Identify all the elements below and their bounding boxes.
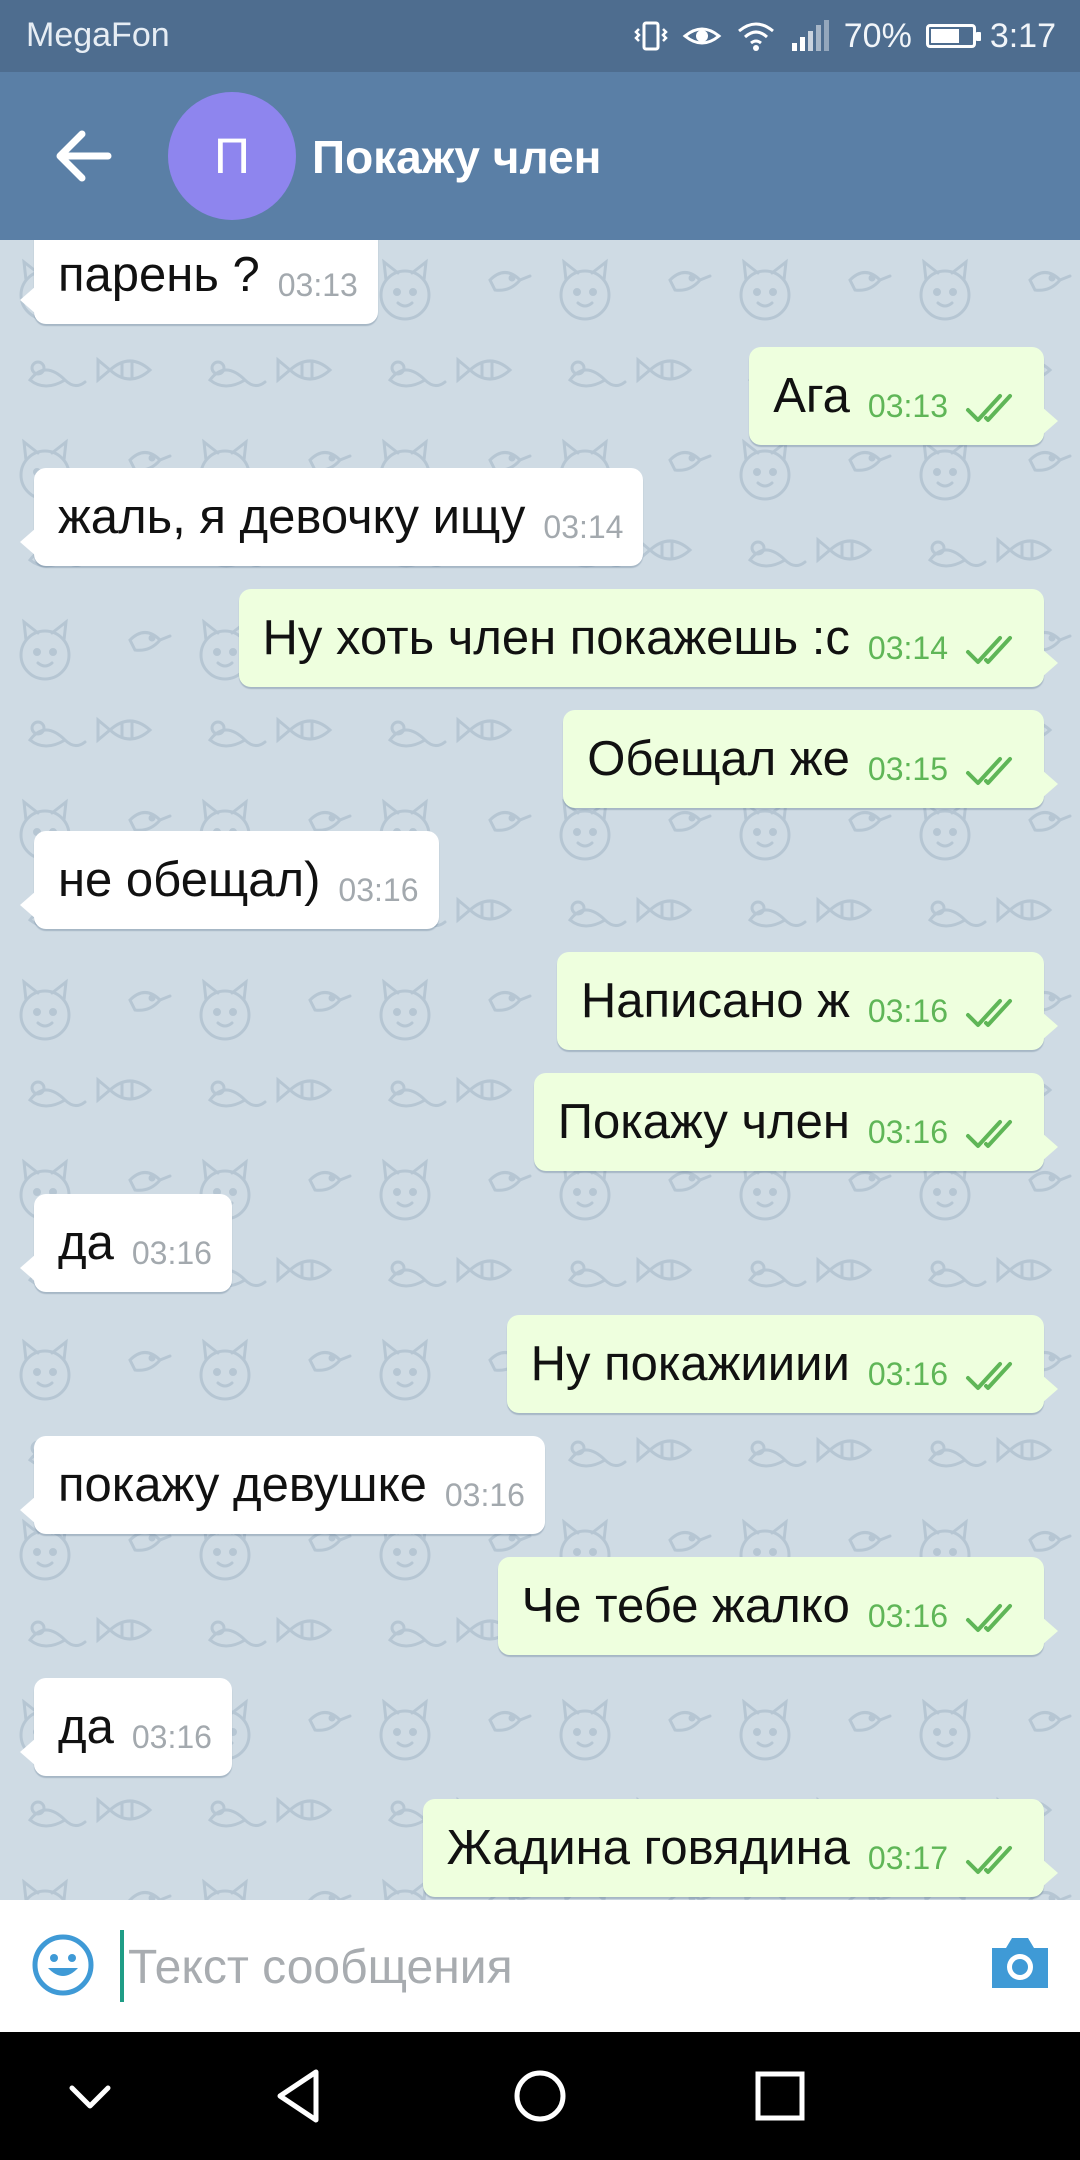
incoming-message[interactable]: не обещал) 03:16 — [20, 831, 439, 929]
message-time: 03:16 — [444, 1476, 525, 1513]
message-text: покажу девушке — [58, 1458, 427, 1512]
outgoing-message[interactable]: Жадина говядина 03:17 — [422, 1799, 1059, 1897]
message-text: Ну хоть член покажешь :с — [262, 611, 850, 665]
chat-title[interactable]: Покажу член — [312, 130, 601, 184]
avatar-letter: П — [214, 128, 250, 184]
outgoing-message[interactable]: Ага 03:13 — [749, 347, 1058, 445]
message-time: 03:16 — [131, 1718, 212, 1755]
vibrate-icon — [633, 21, 668, 51]
double-check-icon — [966, 1846, 1012, 1874]
message-time: 03:15 — [867, 750, 948, 787]
composer — [0, 1900, 1080, 2032]
message-text: Обещал же — [587, 732, 850, 786]
message-text: да — [58, 1700, 114, 1754]
text-caret — [120, 1930, 124, 2002]
home-circle-icon[interactable] — [504, 2060, 576, 2132]
message-text: Ага — [773, 369, 850, 423]
message-list[interactable]: парень ? 03:13 Ага 03:13 жаль, я девочку ищу… — [0, 240, 1080, 1900]
system-nav-bar — [0, 2032, 1080, 2160]
double-check-icon — [966, 999, 1012, 1027]
incoming-message[interactable]: парень ? 03:13 — [20, 240, 378, 324]
status-icons: 70% 3:17 — [633, 12, 1056, 60]
double-check-icon — [966, 1604, 1012, 1632]
camera-icon[interactable] — [988, 1934, 1052, 1992]
message-text: не обещал) — [58, 853, 321, 907]
double-check-icon — [966, 1120, 1012, 1148]
status-bar: MegaFon 70% 3:17 — [0, 0, 1080, 72]
double-check-icon — [966, 636, 1012, 664]
message-time: 03:14 — [867, 629, 948, 666]
message-time: 03:13 — [277, 266, 358, 303]
chevron-down-icon[interactable] — [54, 2060, 126, 2132]
message-time: 03:16 — [867, 1113, 948, 1150]
message-time: 03:16 — [867, 1597, 948, 1634]
message-text: жаль, я девочку ищу — [58, 490, 526, 544]
message-text: Покажу член — [557, 1095, 850, 1149]
battery-icon — [925, 24, 981, 48]
message-time: 03:16 — [867, 992, 948, 1029]
message-text: Жадина говядина — [446, 1821, 850, 1875]
message-text: Че тебе жалко — [521, 1579, 850, 1633]
double-check-icon — [966, 1362, 1012, 1390]
incoming-message[interactable]: да 03:16 — [20, 1678, 232, 1776]
double-check-icon — [966, 757, 1012, 785]
message-time: 03:16 — [338, 871, 419, 908]
outgoing-message[interactable]: Покажу член 03:16 — [533, 1073, 1059, 1171]
message-time: 03:13 — [867, 387, 948, 424]
carrier-label: MegaFon — [26, 16, 170, 54]
recent-apps-square-icon[interactable] — [744, 2060, 816, 2132]
outgoing-message[interactable]: Обещал же 03:15 — [563, 710, 1058, 808]
message-text: Написано ж — [580, 974, 850, 1028]
clock: 3:17 — [989, 16, 1056, 55]
incoming-message[interactable]: покажу девушке 03:16 — [20, 1436, 545, 1534]
outgoing-message[interactable]: Че тебе жалко 03:16 — [497, 1557, 1059, 1655]
back-arrow-icon[interactable] — [44, 116, 124, 196]
incoming-message[interactable]: да 03:16 — [20, 1194, 232, 1292]
double-check-icon — [966, 394, 1012, 422]
message-time: 03:16 — [131, 1234, 212, 1271]
message-text: Ну покажииии — [530, 1337, 850, 1391]
message-time: 03:14 — [543, 508, 624, 545]
wifi-icon — [737, 22, 774, 51]
incoming-message[interactable]: жаль, я девочку ищу 03:14 — [19, 468, 644, 566]
message-text: парень ? — [58, 248, 260, 302]
outgoing-message[interactable]: Ну покажииии 03:16 — [506, 1315, 1059, 1413]
message-time: 03:17 — [867, 1839, 948, 1876]
eye-icon — [682, 27, 722, 45]
avatar[interactable]: П — [168, 92, 296, 220]
message-input[interactable] — [126, 1926, 970, 2008]
message-text: да — [58, 1216, 114, 1270]
signal-icon — [791, 20, 829, 51]
back-triangle-icon[interactable] — [264, 2060, 336, 2132]
chat-header: П Покажу член — [0, 72, 1080, 240]
message-time: 03:16 — [867, 1355, 948, 1392]
outgoing-message[interactable]: Написано ж 03:16 — [556, 952, 1059, 1050]
battery-percent: 70% — [843, 16, 912, 55]
outgoing-message[interactable]: Ну хоть член покажешь :с 03:14 — [238, 589, 1059, 687]
smiley-icon[interactable] — [30, 1932, 96, 1998]
